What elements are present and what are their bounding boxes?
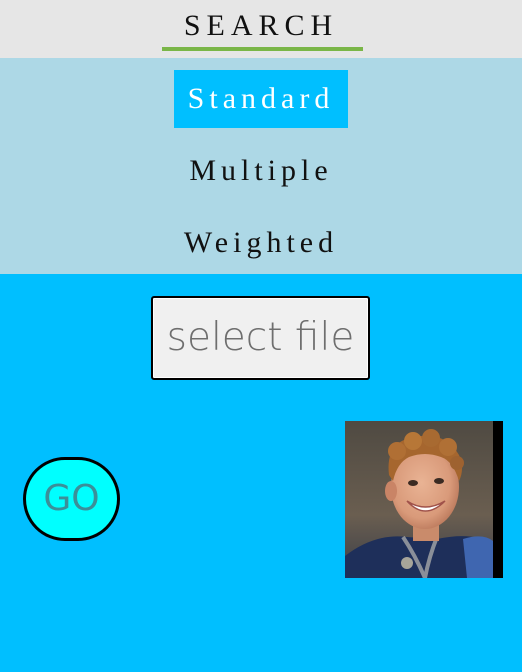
portrait-image [345,421,503,578]
menu-item-standard[interactable]: Standard [0,70,522,128]
page-title: SEARCH [183,9,339,42]
menu-item-label: Multiple [189,154,333,187]
header-bar: SEARCH [0,0,522,58]
select-file-button[interactable]: select file [151,296,370,380]
portrait-photo [345,421,503,578]
menu-item-label: Weighted [183,226,339,259]
menu-item-label: Standard [173,70,349,128]
title-underline [162,47,363,51]
search-mode-menu: Standard Multiple Weighted [0,58,522,274]
menu-item-weighted[interactable]: Weighted [0,214,522,272]
menu-item-multiple[interactable]: Multiple [0,142,522,200]
go-button[interactable]: GO [23,457,120,541]
